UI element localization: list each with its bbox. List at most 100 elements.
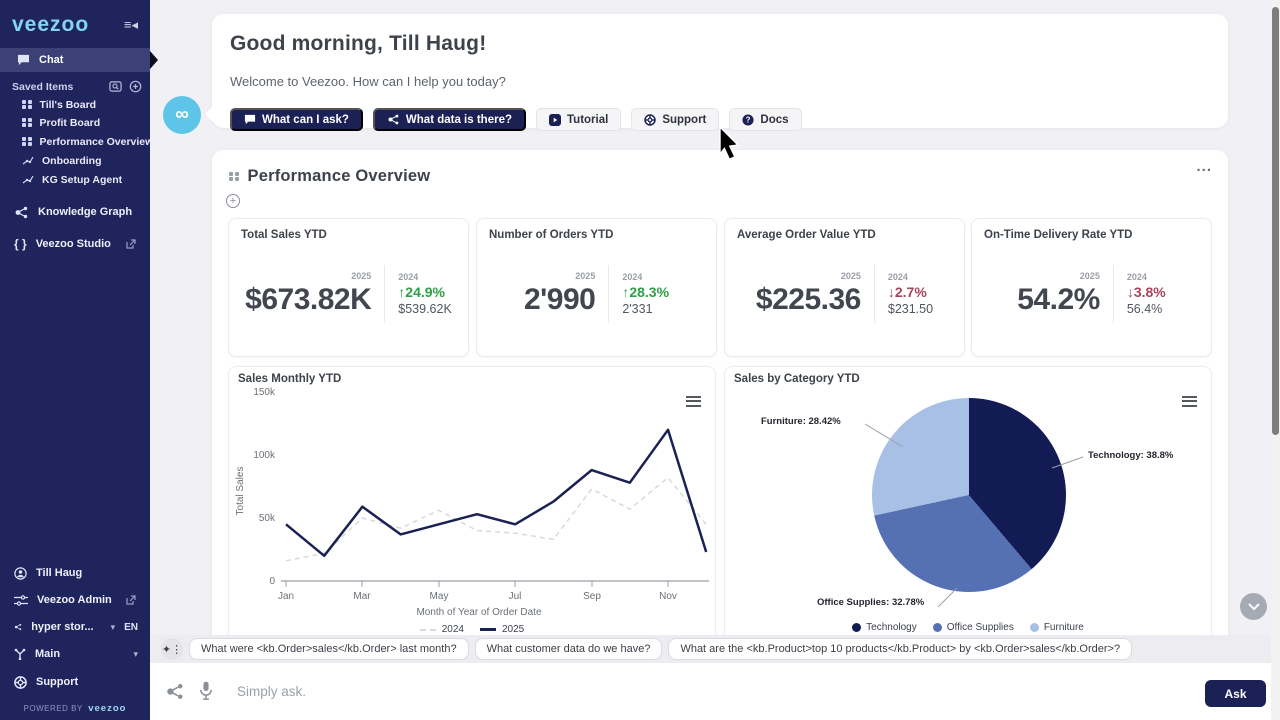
kpi-prev-value: $231.50 [888, 302, 933, 316]
what-can-i-ask-button[interactable]: What can I ask? [230, 108, 363, 131]
lifebuoy-icon [14, 676, 27, 689]
legend-swatch-2025 [480, 628, 496, 631]
pie-chart[interactable] [872, 398, 1066, 592]
what-data-is-there-button[interactable]: What data is there? [373, 108, 526, 131]
code-braces-icon: { } [14, 237, 27, 251]
app-window: veezoo ≡◂ Chat Saved Items Till's Board … [0, 0, 1280, 720]
sidebar-item-performance-overview[interactable]: Performance Overview [0, 132, 150, 151]
svg-text:100k: 100k [253, 450, 276, 461]
line-chart-legend: 2024 2025 [229, 624, 715, 635]
kpi-card-total-sales: Total Sales YTD 2025 $673.82K 2024 ↑24.9… [228, 218, 469, 357]
sidebar-item-veezoo-admin[interactable]: Veezoo Admin [0, 590, 150, 610]
support-button[interactable]: Support [631, 108, 719, 131]
sidebar-item-onboarding[interactable]: Onboarding [0, 151, 150, 170]
sliders-icon [14, 595, 28, 606]
sidebar-item-tills-board[interactable]: Till's Board [0, 95, 150, 114]
veezoo-bot-avatar: ∞ [163, 96, 201, 134]
suggestion-chip[interactable]: What were <kb.Order>sales</kb.Order> las… [189, 638, 469, 660]
kpi-value: 54.2% [1017, 283, 1100, 317]
greeting-buttons: What can I ask? What data is there? Tuto… [230, 108, 802, 131]
sidebar-expand-handle[interactable] [150, 51, 158, 69]
add-board-icon[interactable] [129, 80, 142, 93]
lifebuoy-icon [644, 114, 656, 126]
series-2025-line [286, 430, 706, 556]
greeting-subtitle: Welcome to Veezoo. How can I help you to… [230, 74, 506, 89]
kpi-change: ↓2.7% [888, 284, 933, 300]
arrow-down-icon: ↓ [1127, 284, 1134, 300]
svg-text:Jan: Jan [278, 591, 294, 602]
sidebar-item-knowledge-graph[interactable]: Knowledge Graph [0, 202, 150, 222]
microphone-icon[interactable] [199, 681, 213, 701]
sidebar: veezoo ≡◂ Chat Saved Items Till's Board … [0, 0, 150, 720]
greeting-title: Good morning, Till Haug! [230, 32, 486, 56]
sidebar-item-veezoo-studio[interactable]: { } Veezoo Studio [0, 234, 150, 254]
tutorial-button[interactable]: Tutorial [536, 108, 621, 131]
pie-chart-legend: Technology Office Supplies Furniture [725, 622, 1211, 633]
chevron-down-icon: ▾ [133, 649, 138, 660]
chart-menu-icon[interactable] [1182, 393, 1197, 409]
sidebar-item-chat[interactable]: Chat [0, 48, 150, 72]
kpi-prev-value: 2'331 [622, 302, 669, 316]
branch-icon [14, 648, 26, 660]
kpi-value: 2'990 [524, 283, 595, 317]
scrollbar-thumb[interactable] [1272, 7, 1279, 435]
add-widget-icon[interactable]: + [226, 194, 240, 208]
external-link-icon [126, 595, 136, 605]
board-icon [22, 100, 32, 110]
legend-dot-furniture [1030, 623, 1039, 632]
kpi-prev-value: $539.62K [398, 302, 452, 316]
powered-by: POWERED BY veezoo [0, 703, 150, 714]
agent-icon [22, 175, 34, 185]
kpi-card-avg-order-value: Average Order Value YTD 2025 $225.36 202… [724, 218, 965, 357]
chat-icon [244, 114, 256, 125]
knowledge-graph-toggle-icon[interactable] [165, 683, 185, 700]
refresh-suggestions-icon[interactable]: ✦⋮ [161, 638, 183, 660]
powered-by-brand: veezoo [88, 703, 126, 714]
pie-label-furniture: Furniture: 28.42% [761, 416, 841, 427]
x-axis-label: Month of Year of Order Date [416, 607, 542, 618]
ask-button[interactable]: Ask [1205, 680, 1266, 707]
play-icon [549, 114, 561, 126]
language-badge[interactable]: EN [124, 622, 138, 633]
board-icon [229, 172, 239, 182]
chevron-down-icon: ▾ [111, 622, 116, 633]
kpi-card-on-time-delivery: On-Time Delivery Rate YTD 2025 54.2% 202… [971, 218, 1212, 357]
sidebar-item-workspace[interactable]: hyper stor... ▾ EN [0, 617, 150, 637]
knowledge-graph-icon [14, 206, 29, 219]
scroll-to-bottom-button[interactable] [1240, 593, 1267, 620]
speech-tail [205, 106, 213, 122]
docs-button[interactable]: ? Docs [729, 108, 801, 131]
svg-text:Mar: Mar [353, 591, 371, 602]
svg-text:Sep: Sep [583, 591, 601, 602]
workspace-graph-icon [14, 621, 22, 633]
svg-text:?: ? [746, 115, 751, 124]
svg-text:0: 0 [269, 576, 275, 587]
sidebar-item-kg-setup-agent[interactable]: KG Setup Agent [0, 170, 150, 189]
search-boards-icon[interactable] [109, 80, 122, 93]
user-icon [14, 567, 27, 580]
ask-input[interactable]: Simply ask. [237, 684, 306, 699]
graph-icon [387, 114, 400, 125]
collapse-sidebar-icon[interactable]: ≡◂ [124, 17, 138, 33]
external-link-icon [126, 239, 136, 249]
suggestion-bar: ✦⋮ What were <kb.Order>sales</kb.Order> … [150, 635, 1280, 663]
sidebar-item-user[interactable]: Till Haug [0, 563, 150, 583]
arrow-down-icon: ↓ [888, 284, 895, 300]
line-chart-plot: 150k 100k 50k 0 Total Sales Jan Mar May … [229, 367, 717, 623]
sidebar-item-env-main[interactable]: Main ▾ [0, 644, 150, 664]
legend-dot-office-supplies [933, 623, 942, 632]
board-title: Performance Overview [248, 167, 431, 186]
svg-text:Jul: Jul [509, 591, 522, 602]
scrollbar-track [1271, 0, 1280, 720]
kpi-change: ↑24.9% [398, 284, 452, 300]
svg-text:Nov: Nov [659, 591, 677, 602]
kpi-change: ↓3.8% [1127, 284, 1166, 300]
board-options-icon[interactable]: ... [1196, 158, 1212, 175]
suggestion-chip[interactable]: What customer data do we have? [475, 638, 663, 660]
kpi-value: $225.36 [756, 283, 861, 317]
greeting-card: Good morning, Till Haug! Welcome to Veez… [212, 14, 1228, 128]
kpi-card-orders: Number of Orders YTD 2025 2'990 2024 ↑28… [476, 218, 717, 357]
sidebar-item-support[interactable]: Support [0, 672, 150, 692]
suggestion-chip[interactable]: What are the <kb.Product>top 10 products… [668, 638, 1132, 660]
sidebar-item-profit-board[interactable]: Profit Board [0, 113, 150, 132]
